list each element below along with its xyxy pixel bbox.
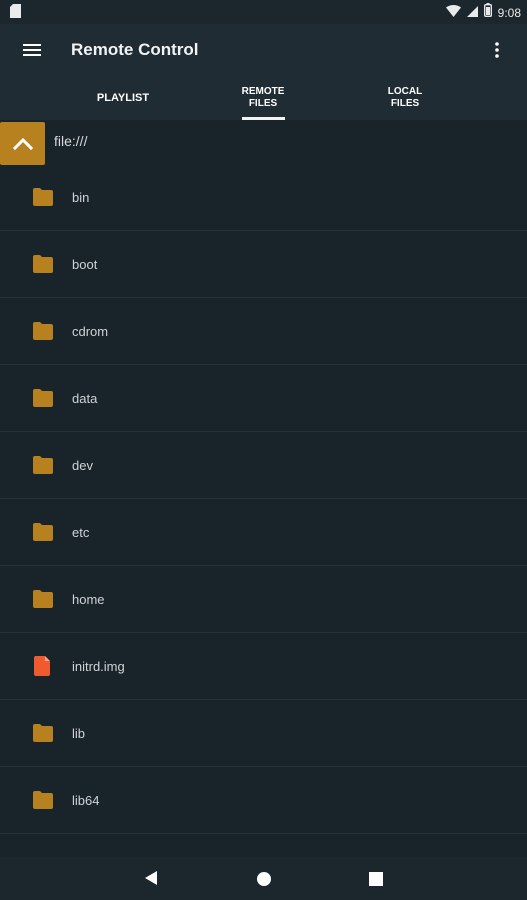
folder-icon [33, 188, 53, 206]
file-list: bin boot cdrom data dev etc home initrd.img lib l… [0, 164, 527, 834]
tab-bar: PLAYLIST REMOTE FILES LOCAL FILES [0, 76, 527, 120]
folder-icon [33, 322, 53, 340]
file-row[interactable]: home [0, 566, 527, 633]
page-title: Remote Control [71, 40, 199, 59]
parent-directory-button[interactable] [0, 122, 45, 165]
file-name: bin [72, 190, 90, 205]
current-path: file:/// [54, 133, 88, 149]
tab-label: LOCAL [387, 86, 423, 97]
tab-label: FILES [390, 98, 420, 109]
file-name: lib64 [72, 793, 100, 808]
recents-button[interactable] [369, 872, 383, 891]
folder-icon [33, 724, 53, 742]
file-name: data [72, 391, 98, 406]
app-bar: Remote Control PLAYLIST REMOTE FILES LOC… [0, 24, 527, 120]
file-name: initrd.img [72, 659, 125, 674]
back-button[interactable] [143, 870, 159, 891]
file-row[interactable]: initrd.img [0, 633, 527, 700]
menu-button[interactable] [20, 38, 44, 62]
status-bar: 9:08 [0, 0, 527, 24]
file-name: boot [72, 257, 98, 272]
file-name: dev [72, 458, 93, 473]
home-circle-icon [257, 872, 271, 886]
tab-label: REMOTE [241, 86, 285, 97]
file-row[interactable]: lib64 [0, 767, 527, 834]
system-nav-bar [0, 857, 527, 900]
file-row[interactable]: lib [0, 700, 527, 767]
recents-square-icon [369, 872, 383, 886]
folder-icon [33, 791, 53, 809]
file-row[interactable]: data [0, 365, 527, 432]
folder-icon [33, 389, 53, 407]
file-row[interactable]: dev [0, 432, 527, 499]
file-name: cdrom [72, 324, 109, 339]
more-vert-icon [495, 42, 499, 58]
battery-icon [483, 3, 492, 22]
home-button[interactable] [256, 871, 272, 892]
clock: 9:08 [497, 5, 521, 20]
file-browser: file:/// bin boot cdrom data dev etc home initr… [0, 120, 527, 857]
signal-icon [466, 4, 478, 22]
tab-playlist[interactable]: PLAYLIST [70, 92, 176, 120]
overflow-menu-button[interactable] [485, 38, 509, 62]
wifi-icon [445, 4, 461, 22]
file-icon [33, 656, 53, 676]
file-row[interactable]: boot [0, 231, 527, 298]
file-name: home [72, 592, 105, 607]
file-row[interactable]: cdrom [0, 298, 527, 365]
file-row[interactable]: etc [0, 499, 527, 566]
file-name: lib [72, 726, 86, 741]
sd-card-icon [10, 4, 21, 23]
folder-icon [33, 590, 53, 608]
file-row[interactable]: bin [0, 164, 527, 231]
folder-icon [33, 523, 53, 541]
back-triangle-icon [145, 871, 157, 885]
folder-icon [33, 456, 53, 474]
hamburger-icon [23, 44, 41, 56]
chevron-up-icon [12, 137, 33, 150]
tab-label: PLAYLIST [96, 92, 150, 104]
file-name: etc [72, 525, 90, 540]
tab-label: FILES [248, 98, 278, 109]
folder-icon [33, 255, 53, 273]
